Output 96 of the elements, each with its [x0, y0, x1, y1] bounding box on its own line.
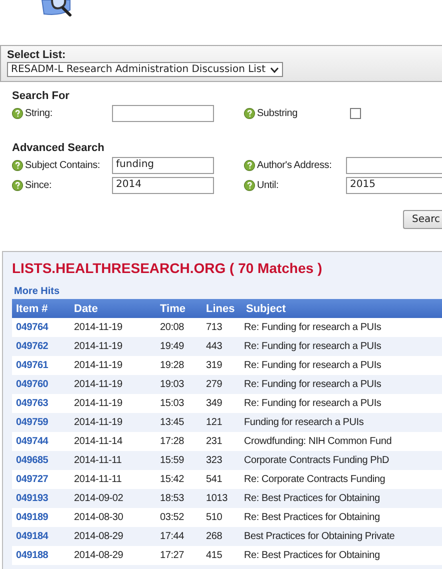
- results-title: LISTS.HEALTHRESEARCH.ORG ( 70 Matches ): [12, 260, 324, 276]
- table-cell: Best Practices for Obtaining Private: [242, 527, 442, 546]
- column-header[interactable]: Item #: [12, 299, 70, 318]
- search-button[interactable]: Searc: [402, 210, 442, 229]
- table-cell: 17:27: [156, 546, 202, 565]
- table-cell: 443: [202, 337, 242, 356]
- field-label: Since:: [25, 180, 52, 191]
- help-icon[interactable]: [12, 108, 23, 119]
- table-cell: 713: [202, 318, 242, 337]
- column-header[interactable]: Date: [70, 299, 156, 318]
- table-cell: 319: [202, 356, 242, 375]
- table-cell: 2014-11-11: [70, 451, 156, 470]
- item-link[interactable]: 049762: [16, 341, 48, 352]
- table-cell: 20:08: [156, 318, 202, 337]
- item-link[interactable]: 049193: [16, 493, 48, 504]
- table-cell: 231: [202, 432, 242, 451]
- table-cell: 2014-11-11: [70, 470, 156, 489]
- table-cell: 279: [202, 375, 242, 394]
- help-icon[interactable]: [12, 160, 23, 171]
- table-cell: 349: [202, 394, 242, 413]
- table-cell: Re: Best Practices for Obtaining: [242, 489, 442, 508]
- table-cell: 2014-08-30: [70, 508, 156, 527]
- select-list-label: Select List:: [7, 49, 67, 61]
- field-label: Author's Address:: [257, 160, 332, 171]
- table-cell: 13:45: [156, 413, 202, 432]
- table-cell: 2014-11-19: [70, 356, 156, 375]
- item-link[interactable]: 049764: [16, 322, 48, 333]
- more-hits-link[interactable]: More Hits: [14, 286, 442, 297]
- chevron-icon: [270, 66, 279, 72]
- help-icon[interactable]: [12, 180, 23, 191]
- table-cell: Re: Best Practices for Obtaining: [242, 508, 442, 527]
- table-cell: 268: [202, 527, 242, 546]
- help-icon[interactable]: [244, 108, 255, 119]
- table-cell: 15:42: [156, 470, 202, 489]
- text-field[interactable]: funding: [112, 157, 214, 174]
- table-cell: 2014-11-19: [70, 394, 156, 413]
- table-cell: Re: Funding for research a PUIs: [242, 318, 442, 337]
- table-cell: Re: Funding for research a PUIs: [242, 356, 442, 375]
- column-header[interactable]: Time: [156, 299, 202, 318]
- list-dropdown[interactable]: RESADM-L Research Administration Discussion List: [7, 62, 283, 77]
- table-cell: 19:28: [156, 356, 202, 375]
- table-cell: 2014-11-19: [70, 375, 156, 394]
- item-link[interactable]: 049727: [16, 474, 48, 485]
- table-cell: Re: Best Practices for Obtaining: [242, 546, 442, 565]
- section-heading: Search For: [12, 90, 70, 102]
- table-cell: Crowdfunding: NIH Common Fund: [242, 432, 442, 451]
- item-link[interactable]: 049744: [16, 436, 48, 447]
- help-icon[interactable]: [244, 160, 255, 171]
- table-cell: Corporate Contracts Funding PhD: [242, 451, 442, 470]
- table-cell: 323: [202, 451, 242, 470]
- table-cell: 2014-08-29: [70, 527, 156, 546]
- table-cell: 17:44: [156, 527, 202, 546]
- table-cell: Re: Funding for research a PUIs: [242, 394, 442, 413]
- table-cell: 2014-11-14: [70, 432, 156, 451]
- item-link[interactable]: 049188: [16, 550, 48, 561]
- table-cell: 1013: [202, 489, 242, 508]
- table-cell: 2014-11-19: [70, 337, 156, 356]
- field-label: String:: [25, 108, 53, 119]
- table-cell: 121: [202, 413, 242, 432]
- table-cell: 2014-11-19: [70, 413, 156, 432]
- table-cell: 2014-08-29: [70, 546, 156, 565]
- text-field[interactable]: 2014: [112, 177, 214, 194]
- column-header[interactable]: Subject: [242, 299, 442, 318]
- item-link[interactable]: 049763: [16, 398, 48, 409]
- table-cell: Funding for research a PUIs: [242, 413, 442, 432]
- checkbox[interactable]: [350, 108, 361, 119]
- help-icon[interactable]: [244, 180, 255, 191]
- table-cell: 541: [202, 470, 242, 489]
- table-cell: 19:49: [156, 337, 202, 356]
- table-cell: 2014-11-19: [70, 318, 156, 337]
- table-cell: 18:53: [156, 489, 202, 508]
- table-cell: 2014-09-02: [70, 489, 156, 508]
- table-cell: 17:28: [156, 432, 202, 451]
- table-cell: Re: Corporate Contracts Funding: [242, 470, 442, 489]
- table-cell: 03:52: [156, 508, 202, 527]
- text-field[interactable]: [112, 105, 214, 122]
- text-field[interactable]: 2015: [346, 177, 442, 194]
- item-link[interactable]: 049184: [16, 531, 48, 542]
- item-link[interactable]: 049759: [16, 417, 48, 428]
- table-cell: 19:03: [156, 375, 202, 394]
- text-field[interactable]: [346, 157, 442, 174]
- item-link[interactable]: 049685: [16, 455, 48, 466]
- field-label: Until:: [257, 180, 279, 191]
- section-heading: Advanced Search: [12, 142, 106, 154]
- table-cell: 15:03: [156, 394, 202, 413]
- table-cell: 415: [202, 546, 242, 565]
- column-header[interactable]: Lines: [202, 299, 242, 318]
- item-link[interactable]: 049760: [16, 379, 48, 390]
- item-link[interactable]: 049761: [16, 360, 48, 371]
- table-cell: 510: [202, 508, 242, 527]
- field-label: Subject Contains:: [25, 160, 100, 171]
- table-cell: Re: Funding for research a PUIs: [242, 375, 442, 394]
- table-cell: 15:59: [156, 451, 202, 470]
- field-label: Substring: [257, 108, 298, 119]
- item-link[interactable]: 049189: [16, 512, 48, 523]
- table-cell: Re: Funding for research a PUIs: [242, 337, 442, 356]
